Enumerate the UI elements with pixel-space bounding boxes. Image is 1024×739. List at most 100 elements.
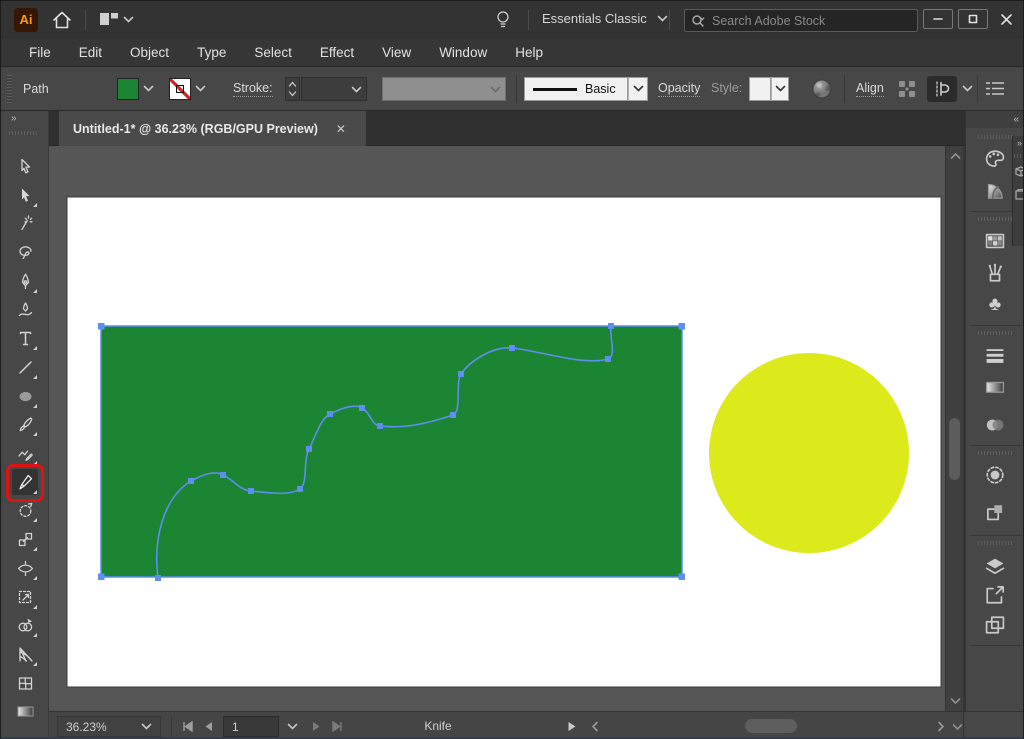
next-artboard-button[interactable] xyxy=(311,721,322,732)
stroke-panel-icon[interactable] xyxy=(983,343,1007,367)
stroke-weight-dropdown[interactable] xyxy=(301,77,367,101)
symbols-panel-icon[interactable]: ♣ xyxy=(983,293,1007,317)
stroke-weight-label[interactable]: Stroke: xyxy=(233,81,273,97)
vertical-scroll-thumb[interactable] xyxy=(949,418,960,480)
scroll-right-icon[interactable] xyxy=(937,721,945,732)
scroll-up-icon[interactable] xyxy=(950,152,961,160)
first-artboard-button[interactable] xyxy=(181,721,194,732)
green-rectangle[interactable] xyxy=(101,326,682,577)
home-icon[interactable] xyxy=(51,9,73,31)
stroke-style-dropdown[interactable]: Basic xyxy=(524,77,628,101)
menu-help[interactable]: Help xyxy=(501,45,557,60)
arrange-documents-chevron-icon[interactable] xyxy=(123,16,134,24)
line-segment-tool[interactable] xyxy=(12,354,38,380)
horizontal-scrollbar[interactable] xyxy=(585,712,951,739)
transparency-panel-icon[interactable] xyxy=(983,413,1007,437)
arrange-documents-icon[interactable] xyxy=(99,11,119,28)
style-chevron[interactable] xyxy=(771,77,789,101)
lightbulb-icon[interactable] xyxy=(493,9,513,31)
layers-panel-icon[interactable] xyxy=(983,555,1007,579)
free-transform-tool[interactable] xyxy=(12,584,38,610)
color-panel-icon[interactable] xyxy=(983,147,1007,171)
panel-grip[interactable] xyxy=(978,541,1012,545)
toolbar-expand-icon[interactable]: » xyxy=(11,113,16,124)
style-swatch[interactable] xyxy=(749,77,771,101)
panel-grip[interactable] xyxy=(978,135,1012,139)
stock-search[interactable] xyxy=(684,9,918,32)
opacity-label[interactable]: Opacity xyxy=(658,81,700,97)
recolor-artwork-icon[interactable] xyxy=(811,78,833,100)
artboard-number-field[interactable]: 1 xyxy=(223,716,279,737)
dock-collapse-icon[interactable]: « xyxy=(966,111,1024,128)
status-play-icon[interactable] xyxy=(567,721,577,732)
tab-close-icon[interactable]: ✕ xyxy=(336,122,346,136)
menu-effect[interactable]: Effect xyxy=(306,45,368,60)
close-button[interactable] xyxy=(993,9,1019,29)
shaper-tool[interactable] xyxy=(12,440,38,466)
scale-tool[interactable] xyxy=(12,526,38,552)
swatches-panel-icon[interactable] xyxy=(983,229,1007,253)
stroke-weight-stepper[interactable] xyxy=(285,77,300,101)
brushes-panel-icon[interactable] xyxy=(983,261,1007,285)
toolbar-grip[interactable] xyxy=(9,131,39,135)
direct-selection-tool[interactable] xyxy=(12,182,38,208)
curvature-tool[interactable] xyxy=(12,297,38,323)
paintbrush-tool[interactable] xyxy=(12,411,38,437)
gradient-tool[interactable] xyxy=(12,698,38,724)
selection-tool[interactable] xyxy=(12,153,38,179)
pen-tool[interactable] xyxy=(12,268,38,294)
horizontal-scroll-thumb[interactable] xyxy=(745,719,797,733)
ellipse-tool[interactable] xyxy=(12,383,38,409)
type-tool[interactable] xyxy=(12,325,38,351)
yellow-circle[interactable] xyxy=(709,353,909,553)
width-tool[interactable] xyxy=(12,555,38,581)
artboards-panel-icon[interactable] xyxy=(983,613,1007,637)
workspace-switcher[interactable]: Essentials Classic xyxy=(542,11,668,26)
canvas-area[interactable] xyxy=(49,146,945,711)
align-to-button[interactable] xyxy=(927,76,957,102)
menu-object[interactable]: Object xyxy=(116,45,183,60)
menu-view[interactable]: View xyxy=(368,45,425,60)
stroke-style-chevron[interactable] xyxy=(628,77,648,101)
graphic-styles-panel-icon[interactable] xyxy=(983,501,1007,525)
panel-grip[interactable] xyxy=(978,331,1012,335)
menu-window[interactable]: Window xyxy=(425,45,501,60)
artboard-chevron-icon[interactable] xyxy=(287,723,298,731)
knife-tool[interactable] xyxy=(12,469,38,495)
panel-grip[interactable] xyxy=(978,217,1012,221)
menu-file[interactable]: File xyxy=(15,45,65,60)
stroke-color-swatch[interactable] xyxy=(169,78,191,100)
last-artboard-button[interactable] xyxy=(331,721,344,732)
panel-grip[interactable] xyxy=(978,451,1012,455)
search-input[interactable] xyxy=(712,14,892,28)
hidden-panel-flyout[interactable]: » xyxy=(1012,136,1024,246)
previous-artboard-button[interactable] xyxy=(203,721,214,732)
menu-edit[interactable]: Edit xyxy=(65,45,116,60)
panel-menu-icon[interactable] xyxy=(985,80,1005,97)
perspective-grid-tool[interactable] xyxy=(12,641,38,667)
menu-select[interactable]: Select xyxy=(240,45,306,60)
shape-builder-tool[interactable] xyxy=(12,612,38,638)
align-label[interactable]: Align xyxy=(856,81,884,97)
stroke-chevron-icon[interactable] xyxy=(195,85,206,93)
zoom-level-dropdown[interactable]: 36.23% xyxy=(57,716,161,737)
lasso-tool[interactable] xyxy=(12,239,38,265)
rotate-tool[interactable] xyxy=(12,497,38,523)
menu-type[interactable]: Type xyxy=(183,45,240,60)
align-grid-icon[interactable] xyxy=(897,79,917,99)
color-guide-panel-icon[interactable] xyxy=(983,179,1007,203)
align-to-chevron-icon[interactable] xyxy=(962,85,973,93)
asset-export-panel-icon[interactable] xyxy=(983,583,1007,607)
document-tab[interactable]: Untitled-1* @ 36.23% (RGB/GPU Preview) ✕ xyxy=(59,111,366,146)
minimize-button[interactable] xyxy=(923,9,953,29)
vertical-scrollbar[interactable] xyxy=(945,146,963,711)
artwork[interactable] xyxy=(49,146,945,711)
fill-chevron-icon[interactable] xyxy=(143,85,154,93)
gradient-panel-icon[interactable] xyxy=(983,375,1007,399)
fill-color-swatch[interactable] xyxy=(117,78,139,100)
flyout-expand-icon[interactable]: » xyxy=(1013,136,1024,148)
scroll-left-icon[interactable] xyxy=(591,721,599,732)
maximize-button[interactable] xyxy=(958,9,988,29)
mesh-tool[interactable] xyxy=(12,670,38,696)
scroll-down-icon[interactable] xyxy=(952,723,963,731)
